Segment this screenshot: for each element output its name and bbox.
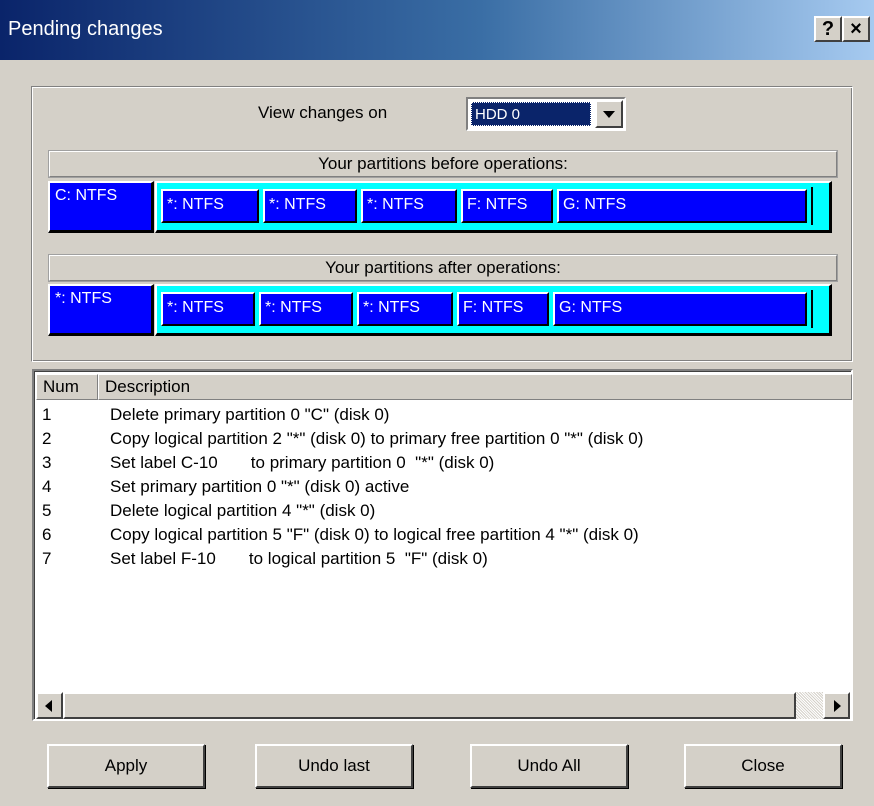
partition-after-primary[interactable]: *: NTFS xyxy=(48,284,154,336)
column-header-description[interactable]: Description xyxy=(98,374,852,400)
extended-partition-after[interactable]: *: NTFS *: NTFS *: NTFS F: NTFS G: NTFS xyxy=(155,284,832,336)
chevron-down-icon[interactable] xyxy=(595,100,623,128)
scroll-right-icon[interactable] xyxy=(823,692,850,719)
close-window-button[interactable]: × xyxy=(842,16,870,42)
scroll-left-icon[interactable] xyxy=(36,692,63,719)
operation-num: 5 xyxy=(42,501,52,520)
unallocated-space xyxy=(811,187,817,225)
extended-partition-before[interactable]: *: NTFS *: NTFS *: NTFS F: NTFS G: NTFS xyxy=(155,181,832,233)
operation-description: Copy logical partition 2 "*" (disk 0) to… xyxy=(110,429,644,448)
before-operations-header: Your partitions before operations: xyxy=(49,151,837,177)
pending-operations-list[interactable]: Num Description 1 Delete primary partiti… xyxy=(32,369,853,721)
partition-before-logical[interactable]: *: NTFS xyxy=(161,189,259,223)
partition-before-logical[interactable]: G: NTFS xyxy=(557,189,807,223)
partition-after-logical[interactable]: *: NTFS xyxy=(259,292,353,326)
help-button[interactable]: ? xyxy=(814,16,842,42)
operation-num: 6 xyxy=(42,525,52,544)
unallocated-space xyxy=(811,290,817,328)
operation-num: 4 xyxy=(42,477,52,496)
partition-before-logical[interactable]: *: NTFS xyxy=(361,189,457,223)
title-bar[interactable]: Pending changes ? × xyxy=(0,0,874,60)
undo-all-button[interactable]: Undo All xyxy=(470,744,628,788)
partition-after-logical[interactable]: G: NTFS xyxy=(553,292,807,326)
operation-num: 1 xyxy=(42,405,52,424)
undo-last-button[interactable]: Undo last xyxy=(255,744,413,788)
after-operations-header: Your partitions after operations: xyxy=(49,255,837,281)
operation-num: 3 xyxy=(42,453,52,472)
operation-description: Delete logical partition 4 "*" (disk 0) xyxy=(110,501,376,520)
scrollbar-track[interactable] xyxy=(796,692,823,719)
partition-before-logical[interactable]: *: NTFS xyxy=(263,189,357,223)
column-header-num[interactable]: Num xyxy=(36,374,98,400)
partition-after-logical[interactable]: F: NTFS xyxy=(457,292,549,326)
horizontal-scrollbar[interactable] xyxy=(36,692,850,719)
operation-description: Set primary partition 0 "*" (disk 0) act… xyxy=(110,477,410,496)
operation-description: Set label F-10 to logical partition 5 "F… xyxy=(110,549,488,568)
operation-description: Copy logical partition 5 "F" (disk 0) to… xyxy=(110,525,639,544)
operation-description: Delete primary partition 0 "C" (disk 0) xyxy=(110,405,390,424)
operation-description: Set label C-10 to primary partition 0 "*… xyxy=(110,453,495,472)
view-changes-label: View changes on xyxy=(258,103,388,122)
partition-after-logical[interactable]: *: NTFS xyxy=(161,292,255,326)
apply-button[interactable]: Apply xyxy=(47,744,205,788)
partition-after-logical[interactable]: *: NTFS xyxy=(357,292,453,326)
partition-before-logical[interactable]: F: NTFS xyxy=(461,189,553,223)
operation-num: 7 xyxy=(42,549,52,568)
close-button[interactable]: Close xyxy=(684,744,842,788)
disk-select-value: HDD 0 xyxy=(471,102,591,126)
disk-select[interactable]: HDD 0 xyxy=(466,97,626,131)
partition-before-primary[interactable]: C: NTFS xyxy=(48,181,154,233)
window-title: Pending changes xyxy=(8,18,163,40)
operation-num: 2 xyxy=(42,429,52,448)
scrollbar-thumb[interactable] xyxy=(63,692,796,719)
